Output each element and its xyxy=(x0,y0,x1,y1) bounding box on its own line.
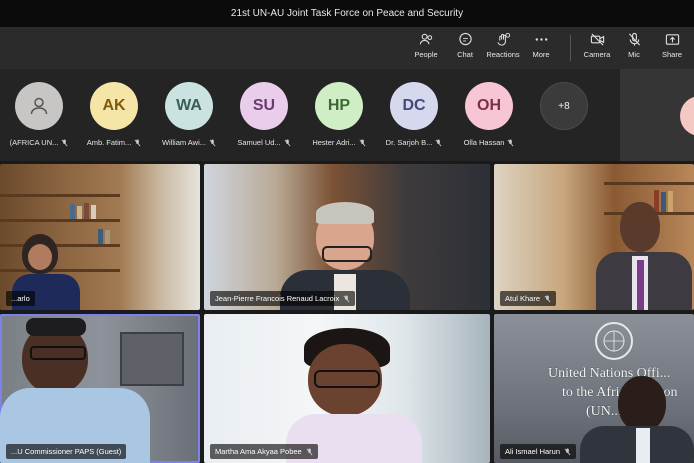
mic-muted-icon xyxy=(507,139,514,146)
video-tile[interactable]: ...arlo xyxy=(0,164,200,310)
mic-muted-icon xyxy=(61,139,68,146)
camera-button[interactable]: Camera xyxy=(576,32,618,66)
un-emblem-icon xyxy=(595,322,633,360)
participant-roster: (AFRICA UN... AK Amb. Fatim... WA Willia… xyxy=(0,69,694,161)
participant-name: (AFRICA UN... xyxy=(9,138,59,147)
chat-label: Chat xyxy=(457,50,473,59)
participant-name: Ali Ismael Harun xyxy=(505,447,561,456)
avatar xyxy=(15,82,63,130)
toolbar-divider xyxy=(570,35,571,61)
participant-name: Amb. Fatim... xyxy=(86,138,132,147)
mic-muted-icon xyxy=(306,448,313,455)
mic-muted-icon xyxy=(564,448,571,455)
participant-4[interactable]: HP Hester Adri... xyxy=(302,82,376,147)
participant-name-tag: Ali Ismael Harun xyxy=(500,444,577,459)
video-tile[interactable]: United Nations Offi... to the African Un… xyxy=(494,314,694,463)
participant-0[interactable]: (AFRICA UN... xyxy=(2,82,76,147)
participant-name: Dr. Sarjoh B... xyxy=(385,138,433,147)
chat-icon xyxy=(458,32,472,46)
mic-label: Mic xyxy=(628,50,640,59)
more-button[interactable]: More xyxy=(520,32,562,66)
reactions-label: Reactions xyxy=(486,50,520,59)
avatar-initials: OH xyxy=(477,97,501,114)
participant-name: Hester Adri... xyxy=(312,138,356,147)
reactions-button[interactable]: Reactions xyxy=(482,32,524,66)
mic-muted-icon xyxy=(343,295,350,302)
participant-name-tag: Martha Ama Akyaa Pobee xyxy=(210,444,318,459)
participant-name: Jean-Pierre Francois Renaud Lacroix xyxy=(215,294,340,303)
participant-5[interactable]: DC Dr. Sarjoh B... xyxy=(377,82,451,147)
people-button[interactable]: People xyxy=(405,32,447,66)
participant-name: Olla Hassan xyxy=(463,138,505,147)
participant-name: Martha Ama Akyaa Pobee xyxy=(215,447,302,456)
avatar: DC xyxy=(390,82,438,130)
participant-name-tag: Atul Khare xyxy=(500,291,557,306)
overflow-count: +8 xyxy=(540,82,588,130)
mic-off-icon xyxy=(628,32,640,46)
person-icon xyxy=(30,97,48,115)
participant-3[interactable]: SU Samuel Ud... xyxy=(227,82,301,147)
participant-name-tag: ...arlo xyxy=(6,291,35,306)
share-button[interactable]: Share xyxy=(651,32,693,66)
share-label: Share xyxy=(661,50,682,59)
mic-muted-icon xyxy=(544,295,551,302)
mic-muted-icon xyxy=(359,139,366,146)
participant-name-tag: Jean-Pierre Francois Renaud Lacroix xyxy=(210,291,356,306)
more-icon xyxy=(535,38,547,41)
meeting-title: 21st UN-AU Joint Task Force on Peace and… xyxy=(230,8,464,19)
participant-name: Samuel Ud... xyxy=(237,138,281,147)
self-preview-tile xyxy=(620,69,694,161)
avatar: AK xyxy=(90,82,138,130)
mic-muted-icon xyxy=(284,139,291,146)
camera-label: Camera xyxy=(583,50,611,59)
video-grid: ...arlo Jean-Pierre Francois Renaud Lacr… xyxy=(0,161,694,463)
participant-6[interactable]: OH Olla Hassan xyxy=(452,82,526,147)
mic-muted-icon xyxy=(209,139,216,146)
avatar: SU xyxy=(240,82,288,130)
mic-button[interactable]: Mic xyxy=(613,32,655,66)
people-label: People xyxy=(414,50,438,59)
backdrop-text-line3: (UN... xyxy=(586,404,622,419)
video-tile[interactable]: Martha Ama Akyaa Pobee xyxy=(204,314,490,463)
reactions-icon xyxy=(496,32,510,46)
avatar-initials: DC xyxy=(402,97,426,114)
video-tile[interactable]: Jean-Pierre Francois Renaud Lacroix xyxy=(204,164,490,310)
participant-name: ...U Commissioner PAPS (Guest) xyxy=(11,447,122,456)
avatar-initials: AK xyxy=(102,97,126,114)
avatar: HP xyxy=(315,82,363,130)
participant-name: ...arlo xyxy=(11,294,30,303)
overflow-participants-button[interactable]: +8 xyxy=(527,82,601,130)
participant-1[interactable]: AK Amb. Fatim... xyxy=(77,82,151,147)
avatar-initials: WA xyxy=(176,97,202,114)
camera-off-icon xyxy=(590,33,604,46)
share-icon xyxy=(665,34,679,45)
people-icon xyxy=(419,33,432,45)
avatar-initials: SU xyxy=(252,97,276,114)
window-title-bar: 21st UN-AU Joint Task Force on Peace and… xyxy=(0,0,694,27)
chat-button[interactable]: Chat xyxy=(444,32,486,66)
mic-muted-icon xyxy=(435,139,442,146)
participant-name: Atul Khare xyxy=(505,294,541,303)
participant-2[interactable]: WA William Awi... xyxy=(152,82,226,147)
self-avatar xyxy=(680,96,694,136)
avatar-initials: HP xyxy=(327,97,351,114)
mic-muted-icon xyxy=(134,139,141,146)
participant-name-tag: ...U Commissioner PAPS (Guest) xyxy=(6,444,127,459)
avatar: WA xyxy=(165,82,213,130)
video-tile-active-speaker[interactable]: ...U Commissioner PAPS (Guest) xyxy=(0,314,200,463)
meeting-toolbar: People Chat Reactions More Camera Mic Sh… xyxy=(0,27,694,70)
avatar: OH xyxy=(465,82,513,130)
participant-name: William Awi... xyxy=(161,138,207,147)
video-tile[interactable]: Atul Khare xyxy=(494,164,694,310)
more-label: More xyxy=(532,50,550,59)
